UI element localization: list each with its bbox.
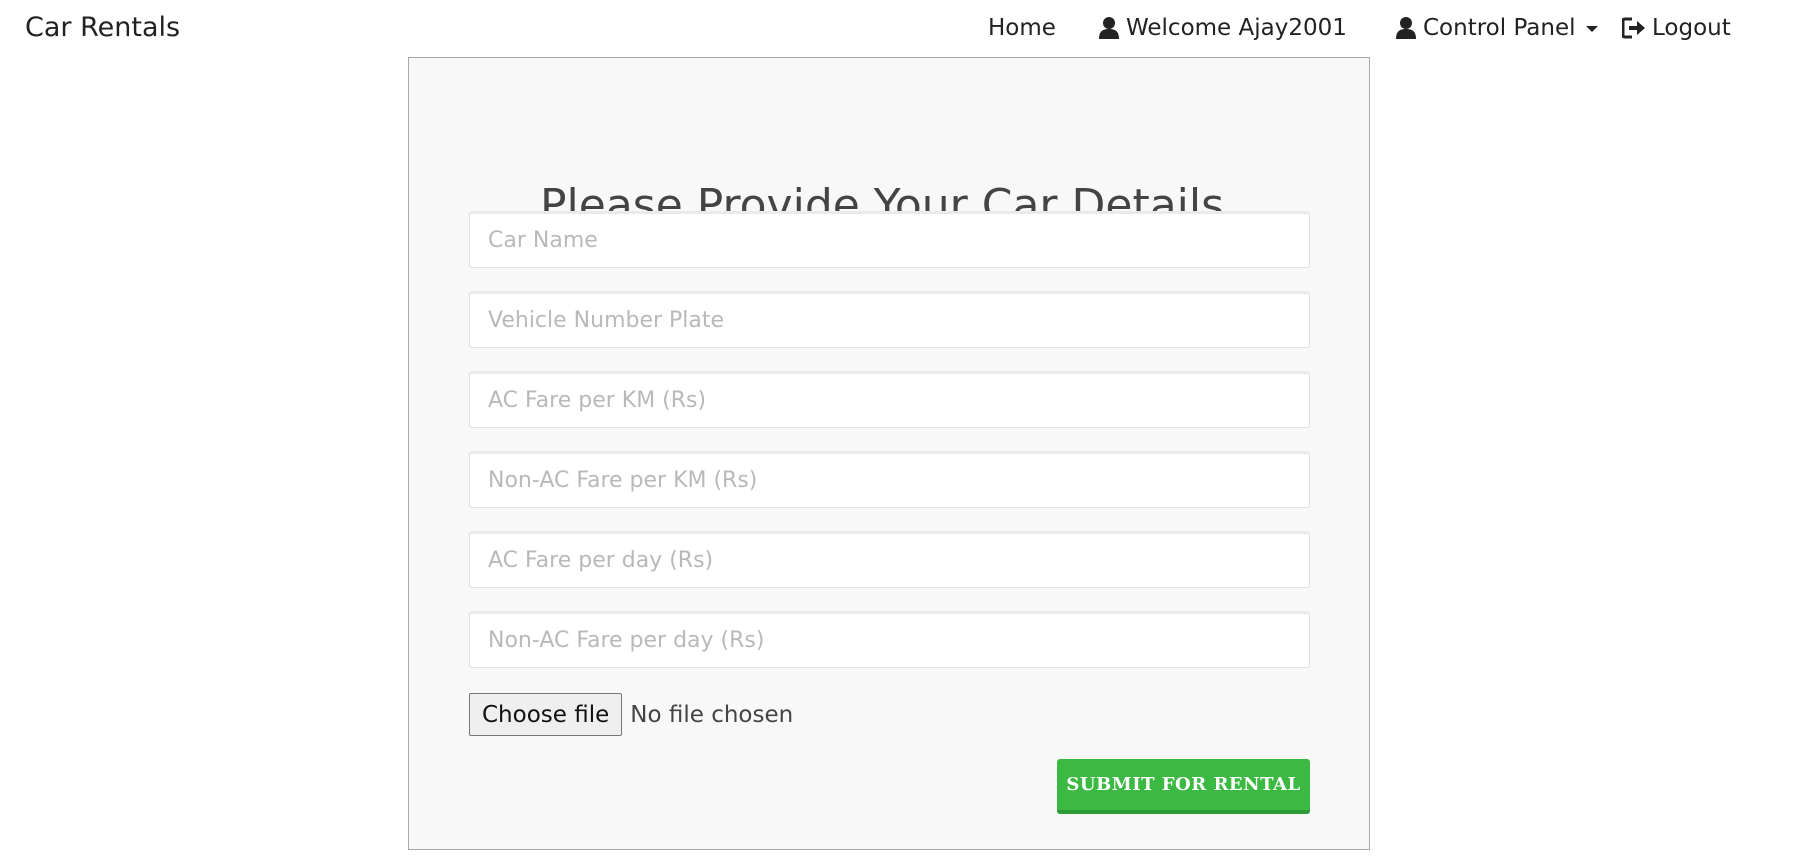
nav-logout-link[interactable]: Logout — [1622, 13, 1731, 43]
vehicle-number-plate-input[interactable] — [469, 291, 1310, 348]
chevron-down-icon — [1585, 26, 1598, 32]
ac-fare-per-day-input[interactable] — [469, 531, 1310, 588]
nav-control-panel-dropdown[interactable]: Control Panel — [1395, 13, 1598, 43]
choose-file-button[interactable]: Choose file — [469, 693, 623, 736]
logout-icon — [1622, 17, 1646, 39]
file-status-text: No file chosen — [630, 701, 794, 728]
file-upload: Choose file No file chosen — [469, 693, 793, 736]
user-icon — [1098, 16, 1120, 40]
nav-welcome-label: Welcome Ajay2001 — [1126, 15, 1347, 41]
nav-logout-label: Logout — [1652, 15, 1731, 41]
navbar: Car Rentals Home Welcome Ajay2001 Contro… — [0, 0, 1807, 56]
nav-home-label: Home — [988, 15, 1056, 41]
brand-link[interactable]: Car Rentals — [25, 11, 180, 45]
nav-welcome-link[interactable]: Welcome Ajay2001 — [1098, 13, 1347, 43]
car-name-input[interactable] — [469, 211, 1310, 268]
non-ac-fare-per-day-input[interactable] — [469, 611, 1310, 668]
ac-fare-per-km-input[interactable] — [469, 371, 1310, 428]
car-details-form: Please Provide Your Car Details. Choose … — [408, 57, 1370, 850]
user-icon — [1395, 16, 1417, 40]
nav-home-link[interactable]: Home — [988, 13, 1056, 43]
non-ac-fare-per-km-input[interactable] — [469, 451, 1310, 508]
nav-control-panel-label: Control Panel — [1423, 15, 1576, 41]
submit-for-rental-button[interactable]: SUBMIT FOR RENTAL — [1057, 759, 1310, 814]
